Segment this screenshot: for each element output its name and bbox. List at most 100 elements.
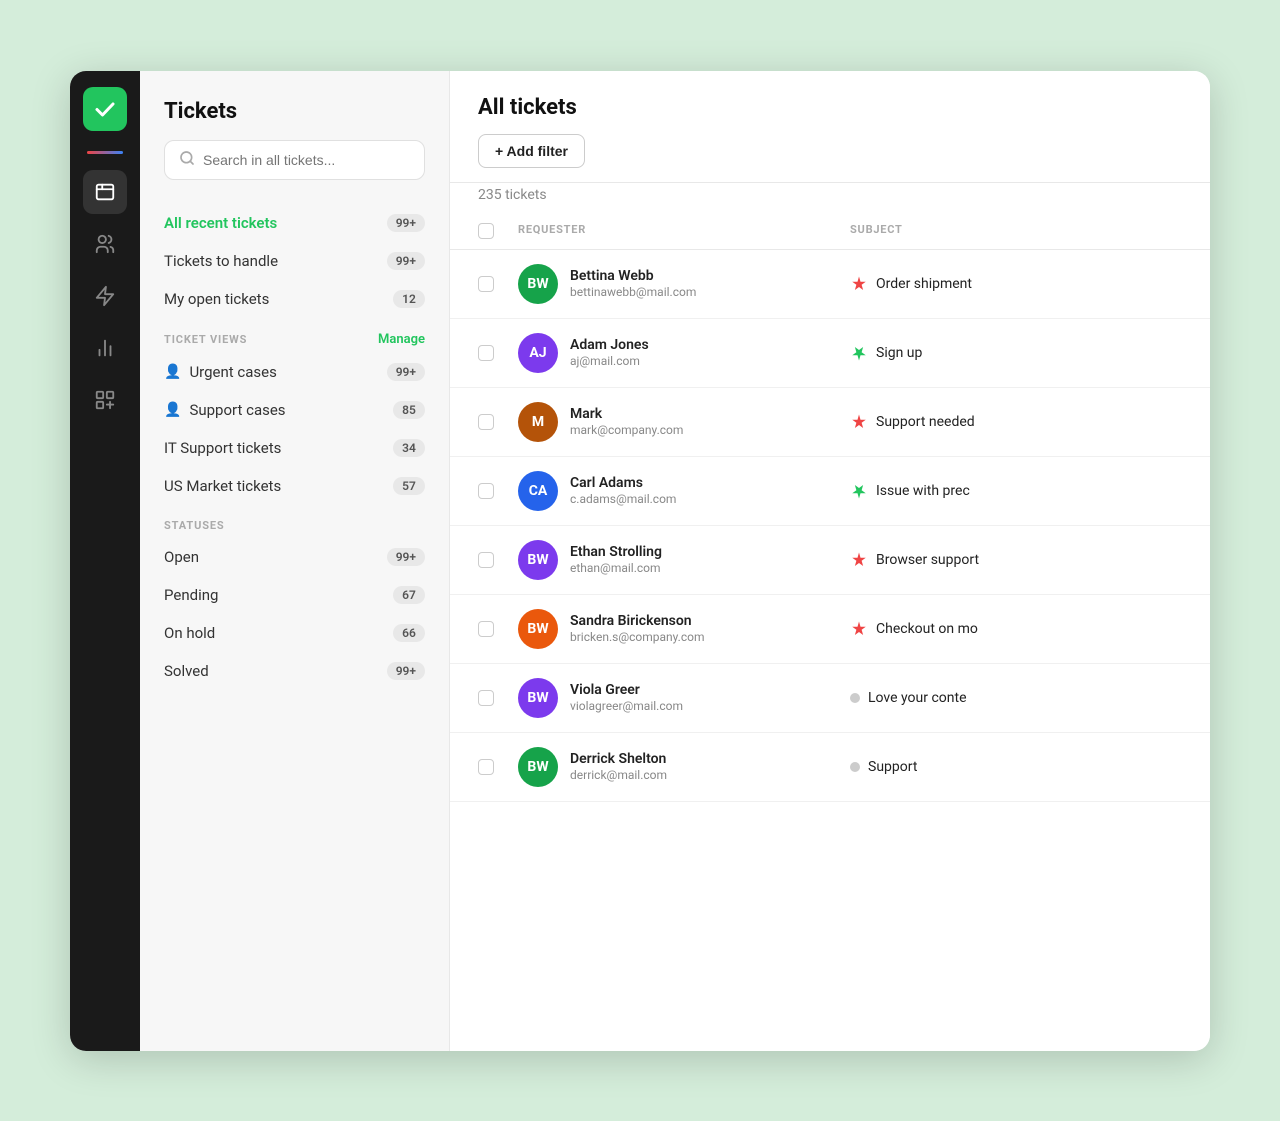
sidebar-item-all-recent[interactable]: All recent tickets 99+: [140, 204, 449, 242]
badge-support: 85: [393, 401, 425, 419]
subject-col: Issue with prec: [850, 482, 1182, 500]
row-checkbox[interactable]: [478, 552, 494, 568]
badge-us-market: 57: [393, 477, 425, 495]
requester-info: Mark mark@company.com: [570, 406, 683, 437]
subject-col: Support: [850, 759, 1182, 775]
tickets-table: REQUESTER SUBJECT BW Bettina Webb bettin…: [450, 213, 1210, 1051]
subject-col: Love your conte: [850, 690, 1182, 706]
sidebar-item-us-market[interactable]: US Market tickets 57: [140, 467, 449, 505]
table-row[interactable]: BW Bettina Webb bettinawebb@mail.com Ord…: [450, 250, 1210, 319]
sidebar-header: Tickets: [140, 71, 449, 196]
row-checkbox-col: [478, 552, 518, 568]
search-input[interactable]: [203, 152, 410, 168]
row-checkbox[interactable]: [478, 690, 494, 706]
sidebar-item-on-hold[interactable]: On hold 66: [140, 614, 449, 652]
add-filter-button[interactable]: + Add filter: [478, 134, 585, 168]
requester-col: AJ Adam Jones aj@mail.com: [518, 333, 850, 373]
row-checkbox[interactable]: [478, 621, 494, 637]
requester-name: Carl Adams: [570, 475, 676, 491]
row-checkbox-col: [478, 276, 518, 292]
manage-link[interactable]: Manage: [378, 332, 425, 347]
requester-email: bettinawebb@mail.com: [570, 285, 696, 299]
subject-text: Love your conte: [868, 690, 967, 706]
requester-name: Mark: [570, 406, 683, 422]
subject-col: Sign up: [850, 344, 1182, 362]
requester-info: Adam Jones aj@mail.com: [570, 337, 649, 368]
badge-it-support: 34: [393, 439, 425, 457]
subject-text: Support: [868, 759, 917, 775]
requester-name: Sandra Birickenson: [570, 613, 705, 629]
requester-name: Ethan Strolling: [570, 544, 662, 560]
row-checkbox[interactable]: [478, 414, 494, 430]
row-checkbox-col: [478, 690, 518, 706]
nav-item-reports[interactable]: [83, 326, 127, 370]
nav-item-tickets[interactable]: [83, 170, 127, 214]
row-checkbox-col: [478, 621, 518, 637]
avatar: M: [518, 402, 558, 442]
row-checkbox[interactable]: [478, 483, 494, 499]
sidebar-item-it-support[interactable]: IT Support tickets 34: [140, 429, 449, 467]
nav-item-contacts[interactable]: [83, 222, 127, 266]
search-icon: [179, 150, 195, 170]
sidebar-item-solved[interactable]: Solved 99+: [140, 652, 449, 690]
badge-urgent: 99+: [387, 363, 425, 381]
requester-name: Bettina Webb: [570, 268, 696, 284]
avatar: BW: [518, 540, 558, 580]
sidebar-item-urgent[interactable]: 👤 Urgent cases 99+: [140, 353, 449, 391]
subject-col: Order shipment: [850, 275, 1182, 293]
row-checkbox-col: [478, 483, 518, 499]
table-row[interactable]: AJ Adam Jones aj@mail.com Sign up: [450, 319, 1210, 388]
requester-name: Adam Jones: [570, 337, 649, 353]
ticket-views-label: TICKET VIEWS Manage: [140, 318, 449, 353]
subject-text: Browser support: [876, 552, 979, 568]
header-requester: REQUESTER: [518, 223, 850, 239]
requester-name: Derrick Shelton: [570, 751, 667, 767]
nav-item-lightning[interactable]: [83, 274, 127, 318]
app-logo[interactable]: [83, 87, 127, 131]
sidebar-nav: All recent tickets 99+ Tickets to handle…: [140, 196, 449, 698]
table-row[interactable]: CA Carl Adams c.adams@mail.com Issue wit…: [450, 457, 1210, 526]
table-row[interactable]: M Mark mark@company.com Support needed: [450, 388, 1210, 457]
requester-email: ethan@mail.com: [570, 561, 662, 575]
sidebar-item-my-open[interactable]: My open tickets 12: [140, 280, 449, 318]
requester-col: BW Ethan Strolling ethan@mail.com: [518, 540, 850, 580]
subject-col: Browser support: [850, 551, 1182, 569]
sidebar-item-support[interactable]: 👤 Support cases 85: [140, 391, 449, 429]
requester-col: BW Sandra Birickenson bricken.s@company.…: [518, 609, 850, 649]
subject-text: Checkout on mo: [876, 621, 978, 637]
row-checkbox[interactable]: [478, 276, 494, 292]
sidebar-item-pending[interactable]: Pending 67: [140, 576, 449, 614]
sidebar-item-open[interactable]: Open 99+: [140, 538, 449, 576]
select-all-checkbox[interactable]: [478, 223, 494, 239]
nav-item-apps[interactable]: [83, 378, 127, 422]
requester-info: Ethan Strolling ethan@mail.com: [570, 544, 662, 575]
requester-email: bricken.s@company.com: [570, 630, 705, 644]
requester-col: CA Carl Adams c.adams@mail.com: [518, 471, 850, 511]
requester-email: aj@mail.com: [570, 354, 649, 368]
header-subject: SUBJECT: [850, 223, 1182, 239]
statuses-label: STATUSES: [140, 505, 449, 538]
table-row[interactable]: BW Ethan Strolling ethan@mail.com Browse…: [450, 526, 1210, 595]
requester-email: mark@company.com: [570, 423, 683, 437]
tickets-count: 235 tickets: [450, 187, 1210, 213]
table-row[interactable]: BW Sandra Birickenson bricken.s@company.…: [450, 595, 1210, 664]
search-bar[interactable]: [164, 140, 425, 180]
sidebar: Tickets All recent tickets 99+ Tickets t…: [140, 71, 450, 1051]
badge-solved: 99+: [387, 662, 425, 680]
row-checkbox[interactable]: [478, 345, 494, 361]
nav-bar: [70, 71, 140, 1051]
person-icon-2: 👤: [164, 402, 181, 418]
row-checkbox[interactable]: [478, 759, 494, 775]
badge-my-open: 12: [393, 290, 425, 308]
table-row[interactable]: BW Viola Greer violagreer@mail.com Love …: [450, 664, 1210, 733]
requester-info: Sandra Birickenson bricken.s@company.com: [570, 613, 705, 644]
subject-text: Order shipment: [876, 276, 972, 292]
main-title: All tickets: [478, 95, 1182, 120]
table-row[interactable]: BW Derrick Shelton derrick@mail.com Supp…: [450, 733, 1210, 802]
sidebar-item-to-handle[interactable]: Tickets to handle 99+: [140, 242, 449, 280]
requester-info: Carl Adams c.adams@mail.com: [570, 475, 676, 506]
badge-on-hold: 66: [393, 624, 425, 642]
avatar: BW: [518, 264, 558, 304]
avatar: CA: [518, 471, 558, 511]
badge-pending: 67: [393, 586, 425, 604]
